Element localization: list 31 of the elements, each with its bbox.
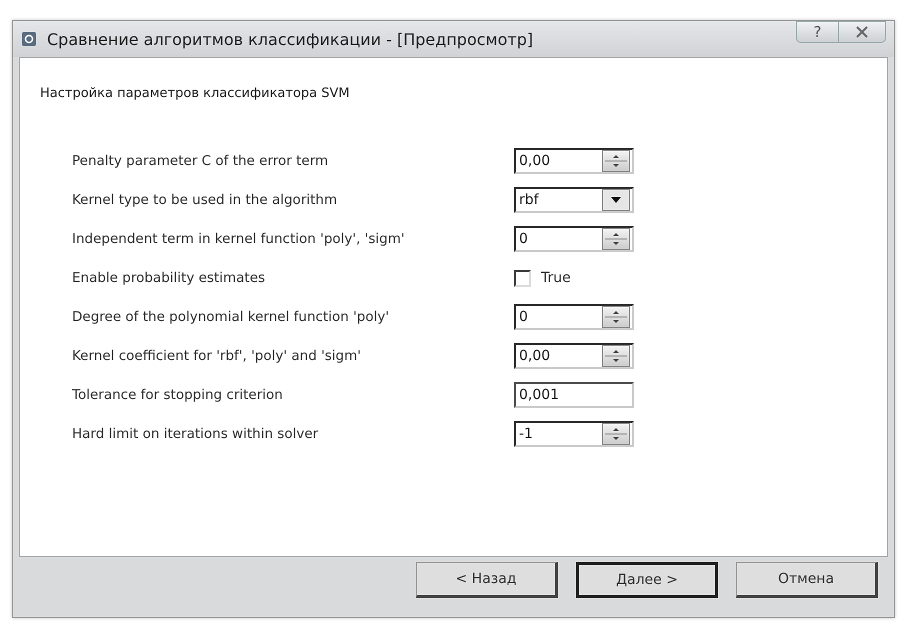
parameter-label: Hard limit on iterations within solver <box>72 426 320 442</box>
spinner-arrows-icon <box>602 423 630 445</box>
parameter-label: Kernel coefficient for 'rbf', 'poly' and 'sigm' <box>72 348 362 364</box>
dialog-button[interactable]: Далее > <box>576 562 718 598</box>
section-heading: Настройка параметров классификатора SVM <box>40 86 350 101</box>
close-icon <box>855 26 869 38</box>
app-icon <box>21 31 37 47</box>
input-field[interactable]: 0,001 <box>514 382 634 408</box>
parameter-label: Tolerance for stopping criterion <box>72 387 284 403</box>
help-button[interactable]: ? <box>796 21 838 43</box>
dialog-button[interactable]: < Назад <box>416 562 558 598</box>
spin-box[interactable]: 0 <box>514 304 634 330</box>
parameter-label: Independent term in kernel function 'poly', 'sigm' <box>72 231 406 247</box>
dialog-button[interactable]: Отмена <box>736 562 878 598</box>
spinner-arrows-icon <box>602 150 630 172</box>
window-title: Сравнение алгоритмов классификации - [Предпросмотр] <box>47 30 534 48</box>
dropdown[interactable]: rbf <box>514 187 634 213</box>
parameter-label: Kernel type to be used in the algorithm <box>72 192 338 208</box>
close-button[interactable] <box>838 21 886 43</box>
parameter-label: Enable probability estimates <box>72 270 266 286</box>
parameter-label: Degree of the polynomial kernel function 'poly' <box>72 309 390 325</box>
spinner-arrows-icon <box>602 306 630 328</box>
spin-box[interactable]: 0 <box>514 226 634 252</box>
spin-box[interactable]: 0,00 <box>514 343 634 369</box>
checkbox-label: True <box>541 270 571 286</box>
spin-box[interactable]: -1 <box>514 421 634 447</box>
spinner-arrows-icon <box>602 228 630 250</box>
spinner-arrows-icon <box>602 345 630 367</box>
parameter-label: Penalty parameter C of the error term <box>72 153 330 169</box>
checkbox[interactable] <box>514 270 531 286</box>
spin-box[interactable]: 0,00 <box>514 148 634 174</box>
